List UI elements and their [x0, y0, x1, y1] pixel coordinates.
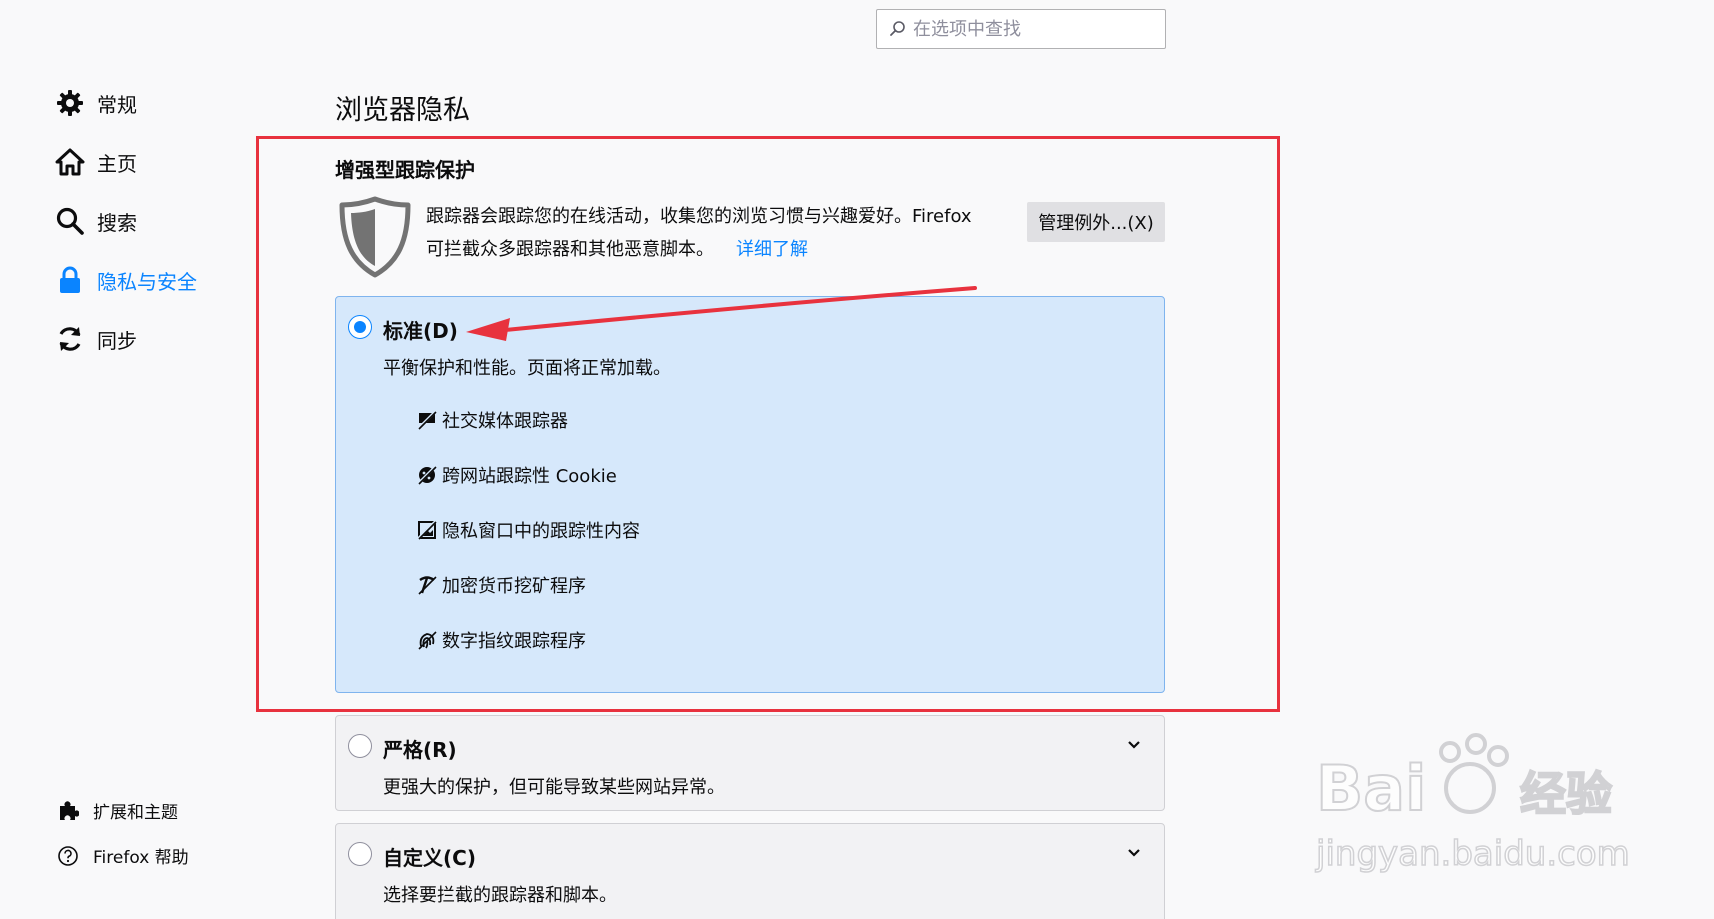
option-label: 严格(R): [383, 738, 457, 762]
fingerprinter-icon: [418, 631, 437, 650]
blocked-item-label: 隐私窗口中的跟踪性内容: [442, 521, 640, 542]
sidebar-item-label: 搜索: [97, 210, 137, 235]
radio-standard[interactable]: [348, 315, 372, 339]
search-input[interactable]: [913, 18, 1153, 40]
chevron-down-icon[interactable]: [1126, 844, 1142, 860]
home-icon: [55, 148, 85, 176]
sidebar-item-help[interactable]: Firefox 帮助: [57, 843, 189, 868]
blocked-item: 跨网站跟踪性 Cookie: [416, 462, 617, 488]
blocked-item: 数字指纹跟踪程序: [416, 627, 586, 653]
learn-more-link[interactable]: 详细了解: [736, 239, 808, 260]
sidebar-item-home[interactable]: 主页: [55, 147, 137, 177]
sync-icon: [59, 327, 81, 351]
blocked-item-label: 跨网站跟踪性 Cookie: [442, 466, 617, 487]
radio-custom[interactable]: [348, 842, 372, 866]
svg-text:Bai: Bai: [1316, 752, 1426, 825]
etp-description-line1: 跟踪器会跟踪您的在线活动，收集您的浏览习惯与兴趣爱好。Firefox: [426, 206, 972, 227]
blocked-item-label: 社交媒体跟踪器: [442, 411, 568, 432]
sidebar-item-extensions[interactable]: 扩展和主题: [57, 798, 178, 823]
etp-heading: 增强型跟踪保护: [335, 158, 475, 182]
sidebar-item-label: Firefox 帮助: [93, 848, 189, 868]
option-description: 更强大的保护，但可能导致某些网站异常。: [383, 777, 725, 798]
sidebar-item-label: 常规: [97, 92, 137, 117]
gear-icon: [57, 90, 83, 116]
cookie-icon: [416, 464, 438, 486]
option-description: 选择要拦截的跟踪器和脚本。: [383, 885, 617, 906]
tracking-content-icon: [416, 519, 438, 541]
blocked-item: 隐私窗口中的跟踪性内容: [416, 517, 640, 543]
sidebar-item-label: 扩展和主题: [93, 803, 178, 823]
sidebar-item-search[interactable]: 搜索: [55, 206, 137, 236]
option-label: 标准(D): [383, 319, 458, 343]
chevron-down-icon[interactable]: [1126, 736, 1142, 752]
search-box[interactable]: [876, 9, 1166, 49]
sidebar-item-label: 同步: [97, 328, 137, 353]
option-label: 自定义(C): [383, 846, 476, 870]
etp-description: 跟踪器会跟踪您的在线活动，收集您的浏览习惯与兴趣爱好。Firefox 可拦截众多…: [426, 200, 1006, 266]
option-standard[interactable]: 标准(D) 平衡保护和性能。页面将正常加载。 社交媒体跟踪器 跨网站跟踪性 Co…: [335, 296, 1165, 693]
lock-icon: [60, 266, 80, 293]
radio-strict[interactable]: [348, 734, 372, 758]
sidebar: 常规 主页 搜索 隐私与安全 同步 扩展和主题 Firefox 帮助: [0, 0, 300, 919]
sidebar-item-general[interactable]: 常规: [55, 88, 137, 118]
shield-icon: [339, 196, 411, 278]
search-icon: [56, 207, 84, 235]
blocked-item-label: 加密货币挖矿程序: [442, 576, 586, 597]
blocked-item-label: 数字指纹跟踪程序: [442, 631, 586, 652]
cryptominer-icon: [418, 576, 437, 595]
page-title: 浏览器隐私: [335, 95, 470, 126]
manage-exceptions-button[interactable]: 管理例外...(X): [1027, 202, 1165, 242]
sidebar-item-label: 主页: [97, 151, 137, 176]
sidebar-item-label: 隐私与安全: [97, 269, 197, 294]
sidebar-item-privacy[interactable]: 隐私与安全: [55, 265, 197, 295]
option-custom[interactable]: 自定义(C) 选择要拦截的跟踪器和脚本。: [335, 823, 1165, 919]
svg-text:jingyan.baidu.com: jingyan.baidu.com: [1315, 834, 1630, 874]
sidebar-item-sync[interactable]: 同步: [55, 324, 137, 354]
svg-text:经验: 经验: [1520, 767, 1612, 821]
baidu-watermark-logo: Bai 经验 jingyan.baidu.com: [1314, 733, 1630, 875]
search-icon: [890, 21, 905, 36]
etp-description-line2: 可拦截众多跟踪器和其他恶意脚本。: [426, 239, 714, 260]
puzzle-icon: [60, 800, 79, 820]
option-description: 平衡保护和性能。页面将正常加载。: [383, 358, 671, 379]
blocked-item: 加密货币挖矿程序: [416, 572, 586, 598]
social-tracker-icon: [416, 409, 438, 431]
help-icon: [58, 845, 78, 866]
option-strict[interactable]: 严格(R) 更强大的保护，但可能导致某些网站异常。: [335, 715, 1165, 811]
blocked-item: 社交媒体跟踪器: [416, 407, 568, 433]
